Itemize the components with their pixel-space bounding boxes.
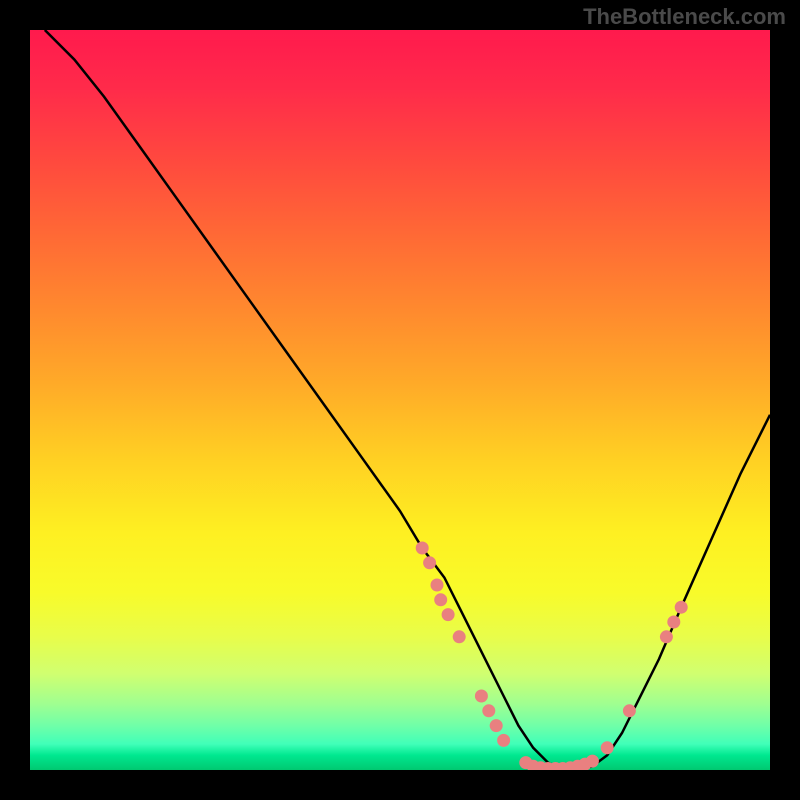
data-point [601,741,614,754]
data-point [623,704,636,717]
data-point [416,542,429,555]
data-point [482,704,495,717]
data-point [660,630,673,643]
data-point [453,630,466,643]
data-point [434,593,447,606]
chart-svg [30,30,770,770]
data-point [442,608,455,621]
data-point [475,690,488,703]
data-point [586,755,599,768]
data-point [675,601,688,614]
watermark-text: TheBottleneck.com [583,4,786,30]
data-point [490,719,503,732]
data-points [416,542,688,771]
data-point [667,616,680,629]
data-point [423,556,436,569]
data-point [431,579,444,592]
plot-area [30,30,770,770]
data-point [497,734,510,747]
bottleneck-curve [45,30,770,770]
